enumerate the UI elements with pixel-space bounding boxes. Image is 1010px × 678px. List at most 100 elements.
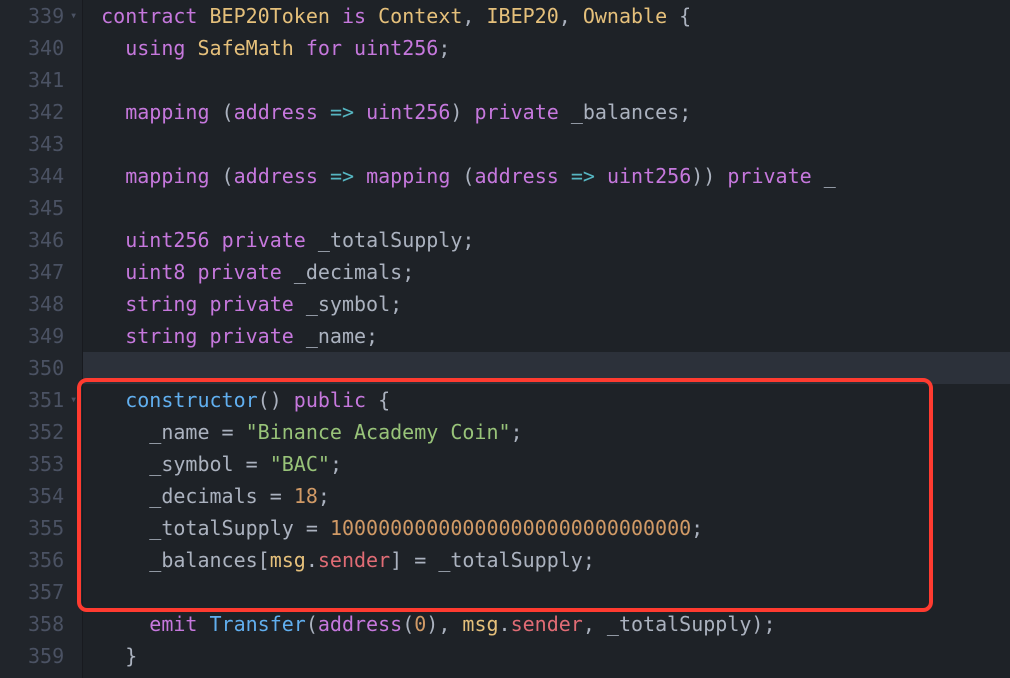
code-line[interactable]: emit Transfer(address(0), msg.sender, _t… — [101, 608, 1010, 640]
code-token: [ — [258, 548, 270, 572]
code-token: ( — [306, 612, 318, 636]
code-token: public — [294, 388, 366, 412]
code-token: private — [727, 164, 811, 188]
line-number: 346 — [28, 224, 64, 256]
code-token: SafeMath — [197, 36, 293, 60]
code-line[interactable]: string private _name; — [101, 320, 1010, 352]
code-token: _totalSupply — [149, 516, 306, 540]
code-token: 0 — [414, 612, 426, 636]
code-token — [330, 4, 342, 28]
code-token: = — [246, 452, 258, 476]
code-token: mapping — [125, 164, 209, 188]
code-token — [185, 36, 197, 60]
code-line[interactable]: string private _symbol; — [101, 288, 1010, 320]
code-token: _decimals; — [282, 260, 414, 284]
code-token: private — [222, 228, 306, 252]
line-number: 358 — [28, 608, 64, 640]
code-line[interactable]: _decimals = 18; — [101, 480, 1010, 512]
line-number: 348 — [28, 288, 64, 320]
line-number: 350 — [28, 352, 64, 384]
code-line[interactable] — [83, 352, 1010, 384]
code-token: = — [222, 420, 234, 444]
code-line[interactable]: mapping (address => uint256) private _ba… — [101, 96, 1010, 128]
code-token: address — [234, 100, 318, 124]
code-line[interactable]: _balances[msg.sender] = _totalSupply; — [101, 544, 1010, 576]
code-line[interactable]: uint256 private _totalSupply; — [101, 224, 1010, 256]
code-token: ] — [390, 548, 414, 572]
code-token: 18 — [294, 484, 318, 508]
code-token: for — [306, 36, 342, 60]
code-editor[interactable]: 3393403413423433443453463473483493503513… — [0, 0, 1010, 678]
code-token: _decimals — [149, 484, 269, 508]
code-token: is — [342, 4, 366, 28]
code-token: private — [474, 100, 558, 124]
code-line[interactable] — [101, 128, 1010, 160]
code-token: uint256 — [354, 36, 438, 60]
code-token: "BAC" — [270, 452, 330, 476]
code-line[interactable]: _symbol = "BAC"; — [101, 448, 1010, 480]
code-token: _totalSupply; — [306, 228, 475, 252]
code-line[interactable] — [101, 192, 1010, 224]
code-token — [197, 612, 209, 636]
code-token: address — [474, 164, 558, 188]
code-line[interactable] — [101, 64, 1010, 96]
code-token — [197, 292, 209, 316]
code-token: uint256 — [366, 100, 450, 124]
code-area[interactable]: contract BEP20Token is Context, IBEP20, … — [83, 0, 1010, 678]
code-token: mapping — [366, 164, 450, 188]
line-number: 354 — [28, 480, 64, 512]
code-line[interactable]: mapping (address => mapping (address => … — [101, 160, 1010, 192]
code-token: msg — [462, 612, 498, 636]
line-number: 359 — [28, 640, 64, 672]
code-token — [342, 36, 354, 60]
code-token: _balances — [149, 548, 257, 572]
code-token: using — [125, 36, 185, 60]
code-token: . — [306, 548, 318, 572]
line-number: 345 — [28, 192, 64, 224]
code-line[interactable]: contract BEP20Token is Context, IBEP20, … — [101, 0, 1010, 32]
code-token: contract — [101, 4, 197, 28]
code-token: , — [462, 4, 486, 28]
code-token — [294, 36, 306, 60]
code-token: private — [210, 324, 294, 348]
line-number: 340 — [28, 32, 64, 64]
code-token: . — [499, 612, 511, 636]
code-line[interactable]: using SafeMath for uint256; — [101, 32, 1010, 64]
code-token: ( — [402, 612, 414, 636]
code-token: = — [306, 516, 318, 540]
code-token: { — [366, 388, 390, 412]
code-token: _balances; — [559, 100, 691, 124]
code-line[interactable]: _totalSupply = 1000000000000000000000000… — [101, 512, 1010, 544]
line-number: 341 — [28, 64, 64, 96]
code-token: _ — [812, 164, 836, 188]
code-line[interactable]: _name = "Binance Academy Coin"; — [101, 416, 1010, 448]
code-line[interactable]: constructor() public { — [101, 384, 1010, 416]
code-token: ; — [511, 420, 523, 444]
code-token: uint256 — [607, 164, 691, 188]
code-token — [185, 260, 197, 284]
code-token: => — [571, 164, 595, 188]
code-line[interactable]: } — [101, 640, 1010, 672]
code-token: address — [318, 612, 402, 636]
line-number: 349 — [28, 320, 64, 352]
code-token: _name — [149, 420, 221, 444]
code-token: 100000000000000000000000000000 — [330, 516, 691, 540]
code-token: ; — [330, 452, 342, 476]
code-token: () — [258, 388, 294, 412]
code-token: private — [210, 292, 294, 316]
line-number: 343 — [28, 128, 64, 160]
code-token — [210, 228, 222, 252]
line-number: 355 — [28, 512, 64, 544]
code-token: address — [234, 164, 318, 188]
line-number-gutter: 3393403413423433443453463473483493503513… — [0, 0, 83, 678]
code-token — [559, 164, 571, 188]
code-token: constructor — [125, 388, 257, 412]
code-token: _totalSupply; — [426, 548, 595, 572]
code-line[interactable] — [101, 576, 1010, 608]
line-number: 351 — [28, 384, 64, 416]
code-line[interactable]: uint8 private _decimals; — [101, 256, 1010, 288]
code-token — [282, 484, 294, 508]
code-token: , _totalSupply); — [583, 612, 776, 636]
line-number: 357 — [28, 576, 64, 608]
code-token: Ownable — [583, 4, 667, 28]
